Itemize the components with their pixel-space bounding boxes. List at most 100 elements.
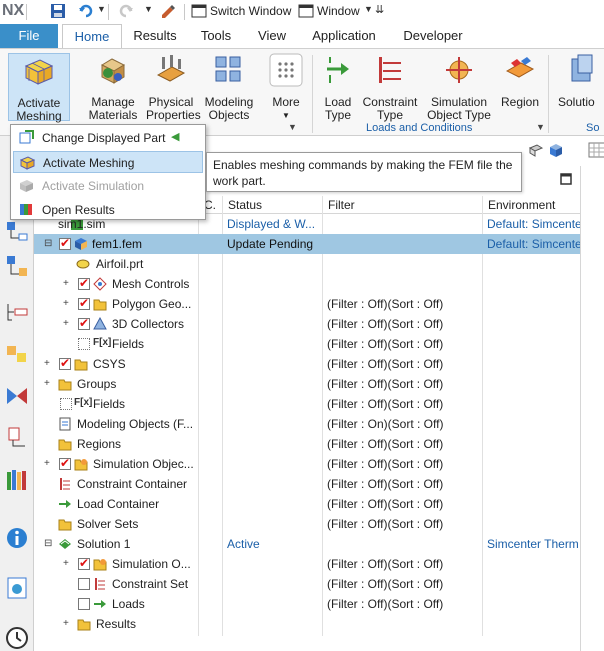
window-dropdown-icon[interactable]: ▼ [364, 4, 373, 14]
menu-item-activate-simulation[interactable]: Activate Simulation [13, 175, 203, 197]
window-menu-button[interactable]: Window [317, 4, 360, 18]
expand-icon[interactable]: + [44, 359, 50, 369]
tree-row-fields-fem[interactable]: F[x] Fields (Filter : Off)(Sort : Off) [34, 334, 580, 354]
cube-icon[interactable] [548, 142, 564, 158]
customize-quick-access-icon[interactable]: ⇊ [375, 3, 384, 16]
redo-dropdown-icon[interactable]: ▼ [144, 4, 153, 14]
tree-filter: (Filter : Off)(Sort : Off) [327, 397, 444, 411]
tree-row-simulation-objects-sol[interactable]: + Simulation O... (Filter : Off)(Sort : … [34, 554, 580, 574]
group-expand-icon[interactable]: ▼ [288, 122, 297, 132]
tree-row-loads[interactable]: Loads (Filter : Off)(Sort : Off) [34, 594, 580, 614]
tooltip: Enables meshing commands by making the F… [206, 152, 522, 192]
tree-row-airfoil[interactable]: Airfoil.prt [34, 254, 580, 274]
web-browser-icon[interactable] [5, 576, 29, 600]
fields-checkbox[interactable] [60, 398, 72, 410]
visibility-checkbox[interactable] [59, 356, 71, 370]
tree-row-constraint-container[interactable]: Constraint Container (Filter : Off)(Sort… [34, 474, 580, 494]
solution-button[interactable]: Solutio [558, 53, 604, 109]
tree-row-solution-1[interactable]: ⊟ Solution 1 Active Simcenter Therm [34, 534, 580, 554]
visibility-checkbox[interactable] [78, 598, 90, 610]
tab-tools[interactable]: Tools [191, 24, 241, 48]
collapse-icon[interactable]: ⊟ [44, 239, 52, 249]
column-header-environment[interactable]: Environment [488, 198, 555, 212]
fields-checkbox[interactable] [78, 338, 90, 350]
visibility-checkbox[interactable] [78, 296, 90, 310]
expand-icon[interactable]: + [44, 459, 50, 469]
constraint-navigator-icon[interactable] [5, 384, 29, 408]
group-expand-icon[interactable]: ▼ [536, 122, 545, 132]
simulation-object-type-button[interactable]: Simulation Object Type [426, 53, 492, 122]
tree-row-groups[interactable]: + Groups (Filter : Off)(Sort : Off) [34, 374, 580, 394]
roles-library-icon[interactable] [5, 468, 29, 492]
tree-row-simulation-objects[interactable]: + Simulation Objec... (Filter : Off)(Sor… [34, 454, 580, 474]
window-icon[interactable] [298, 3, 314, 19]
expand-icon[interactable]: + [63, 319, 69, 329]
hd3d-tools-icon[interactable] [5, 426, 29, 450]
wireframe-icon[interactable] [528, 142, 544, 158]
more-button[interactable]: More ▼ [266, 53, 306, 122]
reuse-library-icon[interactable] [5, 342, 29, 366]
maximize-icon[interactable] [560, 173, 572, 185]
column-header-status[interactable]: Status [228, 198, 262, 212]
expand-icon[interactable]: + [63, 279, 69, 289]
region-button[interactable]: Region [498, 53, 542, 109]
physical-properties-label-2: Properties [146, 108, 201, 122]
undo-icon[interactable] [78, 3, 94, 19]
tree-row-fields-sim[interactable]: F[x] Fields (Filter : Off)(Sort : Off) [34, 394, 580, 414]
save-icon[interactable] [50, 3, 66, 19]
menu-item-open-results[interactable]: Open Results [13, 199, 203, 221]
tree-row-csys[interactable]: + CSYS (Filter : Off)(Sort : Off) [34, 354, 580, 374]
part-navigator-icon[interactable] [5, 254, 29, 278]
visibility-checkbox[interactable] [78, 276, 90, 290]
collapse-icon[interactable]: ⊟ [44, 539, 52, 549]
visibility-checkbox[interactable] [59, 456, 71, 470]
tree-filter: (Filter : Off)(Sort : Off) [327, 497, 444, 511]
simulation-navigator-icon[interactable] [5, 218, 29, 242]
tab-home[interactable]: Home [62, 24, 122, 48]
expand-icon[interactable]: + [63, 299, 69, 309]
column-header-filter[interactable]: Filter [328, 198, 355, 212]
redo-icon[interactable] [118, 3, 134, 19]
tree-row-mesh-controls[interactable]: + Mesh Controls [34, 274, 580, 294]
tree-row-load-container[interactable]: Load Container (Filter : Off)(Sort : Off… [34, 494, 580, 514]
more-caret-icon: ▼ [282, 111, 290, 120]
physical-properties-button[interactable]: Physical Properties [146, 53, 201, 122]
visibility-checkbox[interactable] [59, 236, 71, 250]
visibility-checkbox[interactable] [78, 578, 90, 590]
touch-mode-icon[interactable] [160, 3, 176, 19]
constraint-type-button[interactable]: Constraint Type [362, 53, 418, 122]
expand-icon[interactable]: + [44, 379, 50, 389]
menu-item-activate-meshing[interactable]: Activate Meshing [13, 151, 203, 173]
tab-results[interactable]: Results [126, 24, 184, 48]
visibility-checkbox[interactable] [78, 556, 90, 570]
tree-row-modeling-objects[interactable]: Modeling Objects (F... (Filter : On)(Sor… [34, 414, 580, 434]
assembly-navigator-icon[interactable] [5, 300, 29, 324]
manage-materials-button[interactable]: Manage Materials [86, 53, 140, 122]
activate-meshing-button[interactable]: Activate Meshing [8, 53, 70, 123]
tree-row-polygon-geometry[interactable]: + Polygon Geo... (Filter : Off)(Sort : O… [34, 294, 580, 314]
tab-view[interactable]: View [250, 24, 294, 48]
tree-row-regions[interactable]: Regions (Filter : Off)(Sort : Off) [34, 434, 580, 454]
tab-developer[interactable]: Developer [394, 24, 472, 48]
visibility-checkbox[interactable] [78, 316, 90, 330]
switch-window-button[interactable]: Switch Window [210, 4, 291, 18]
load-type-button[interactable]: Load Type [318, 53, 358, 122]
info-icon[interactable] [5, 526, 29, 550]
switch-window-icon[interactable] [191, 3, 207, 19]
tree-row-results[interactable]: + Results [34, 614, 580, 634]
vertical-scrollbar[interactable] [580, 166, 604, 651]
modeling-objects-button[interactable]: Modeling Objects [202, 53, 256, 122]
tree-row-constraint-set[interactable]: Constraint Set (Filter : Off)(Sort : Off… [34, 574, 580, 594]
expand-icon[interactable]: + [63, 559, 69, 569]
menu-item-change-displayed-part[interactable]: Change Displayed Part ◀ [13, 127, 203, 149]
tree-row-3d-collectors[interactable]: + 3D Collectors (Filter : Off)(Sort : Of… [34, 314, 580, 334]
tree-row-solver-sets[interactable]: Solver Sets (Filter : Off)(Sort : Off) [34, 514, 580, 534]
tab-file[interactable]: File [0, 24, 58, 48]
grid-view-icon[interactable] [588, 142, 604, 158]
tab-application[interactable]: Application [302, 24, 386, 48]
expand-icon[interactable]: + [63, 619, 69, 629]
tree-row-fem[interactable]: ⊟ fem1.fem Update Pending Default: Simce… [34, 234, 580, 254]
tree-label: Simulation O... [112, 557, 191, 571]
history-icon[interactable] [5, 626, 29, 650]
undo-dropdown-icon[interactable]: ▼ [97, 4, 106, 14]
